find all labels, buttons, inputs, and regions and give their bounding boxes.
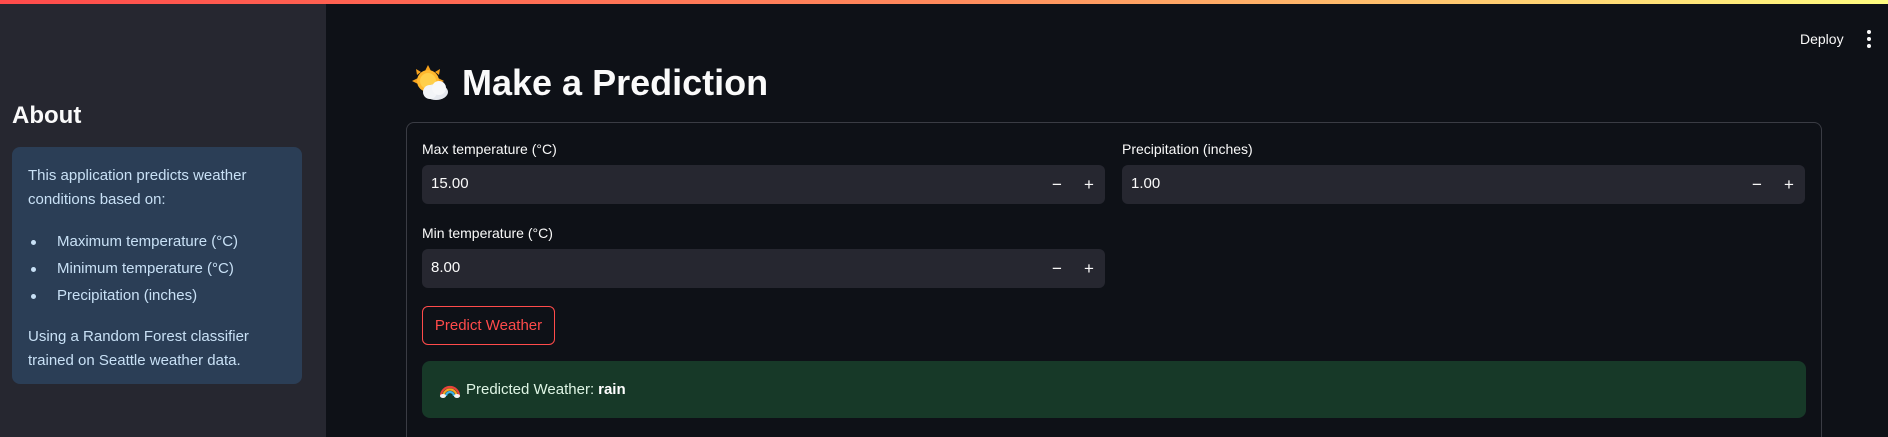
page-title-text: Make a Prediction — [462, 62, 769, 103]
result-label: Predicted Weather: — [466, 381, 595, 398]
precipitation-input[interactable]: 1.00 − + — [1122, 165, 1805, 204]
max-temp-label: Max temperature (°C) — [422, 141, 557, 157]
precipitation-decrement-button[interactable]: − — [1741, 165, 1773, 204]
max-temp-decrement-button[interactable]: − — [1041, 165, 1073, 204]
max-temp-increment-button[interactable]: + — [1073, 165, 1105, 204]
min-temp-decrement-button[interactable]: − — [1041, 249, 1073, 288]
max-temp-value[interactable]: 15.00 — [431, 175, 469, 192]
min-temp-value[interactable]: 8.00 — [431, 259, 460, 276]
about-intro: This application predicts weather condit… — [28, 167, 247, 208]
top-decoration-bar — [0, 0, 1888, 4]
main-menu-icon[interactable] — [1863, 30, 1875, 48]
max-temp-input[interactable]: 15.00 − + — [422, 165, 1105, 204]
page-title: Make a Prediction — [410, 62, 768, 104]
feature-item-min-temp: Minimum temperature (°C) — [28, 255, 286, 282]
feature-list: Maximum temperature (°C) Minimum tempera… — [28, 228, 286, 309]
sidebar: About This application predicts weather … — [0, 0, 326, 437]
min-temp-increment-button[interactable]: + — [1073, 249, 1105, 288]
rainbow-icon — [440, 385, 460, 398]
min-temp-input[interactable]: 8.00 − + — [422, 249, 1105, 288]
feature-item-precipitation: Precipitation (inches) — [28, 282, 286, 309]
precipitation-increment-button[interactable]: + — [1773, 165, 1805, 204]
deploy-button[interactable]: Deploy — [1800, 31, 1844, 47]
sidebar-title: About — [12, 102, 82, 129]
prediction-result: Predicted Weather: rain — [422, 361, 1806, 418]
result-value: rain — [598, 381, 626, 398]
about-info-box: This application predicts weather condit… — [12, 147, 302, 384]
about-footer: Using a Random Forest classifier trained… — [28, 328, 249, 369]
feature-item-max-temp: Maximum temperature (°C) — [28, 228, 286, 255]
precipitation-label: Precipitation (inches) — [1122, 141, 1253, 157]
predict-weather-button[interactable]: Predict Weather — [422, 306, 555, 345]
precipitation-value[interactable]: 1.00 — [1131, 175, 1160, 192]
sun-behind-cloud-icon — [412, 65, 448, 100]
min-temp-label: Min temperature (°C) — [422, 225, 553, 241]
